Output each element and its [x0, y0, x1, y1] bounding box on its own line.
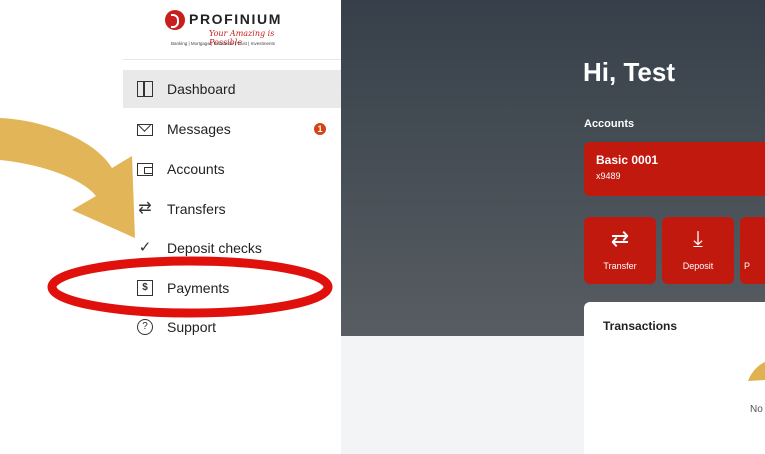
- transfer-icon: ⇄: [610, 226, 630, 251]
- transactions-card: Transactions No: [584, 302, 765, 454]
- sidebar-item-support[interactable]: ? Support: [123, 308, 341, 346]
- logo-subline: Banking | Mortgage | Insurance | Trust |…: [171, 41, 275, 46]
- profinium-logo[interactable]: PROFINIUM Your Amazing is Possible Banki…: [165, 10, 295, 50]
- greeting-title: Hi, Test: [583, 57, 675, 87]
- receipt-icon: $: [137, 280, 153, 296]
- sidebar-item-label: Transfers: [167, 201, 226, 217]
- sidebar-divider: [123, 59, 341, 60]
- sidebar: PROFINIUM Your Amazing is Possible Banki…: [123, 0, 341, 454]
- sidebar-item-label: Deposit checks: [167, 240, 262, 256]
- sidebar-item-label: Accounts: [167, 161, 225, 177]
- sidebar-item-label: Messages: [167, 121, 231, 137]
- hero-banner: Hi, Test Accounts Basic 0001 x9489 ⇄ Tra…: [341, 0, 765, 336]
- sidebar-item-label: Dashboard: [167, 81, 236, 97]
- sidebar-item-transfers[interactable]: ⇄ Transfers: [123, 190, 341, 228]
- no-transactions-text: No: [750, 404, 763, 415]
- logo-brand: PROFINIUM: [189, 11, 282, 27]
- transfer-button[interactable]: ⇄ Transfer: [584, 217, 656, 284]
- sidebar-item-label: Support: [167, 319, 217, 335]
- action-label: Transfer: [603, 261, 637, 271]
- sidebar-item-label: Payments: [167, 280, 230, 296]
- action-label: P: [744, 261, 751, 271]
- account-card[interactable]: Basic 0001 x9489: [584, 142, 765, 196]
- deposit-icon: ✓: [138, 239, 152, 256]
- sidebar-item-payments[interactable]: $ Payments: [123, 269, 341, 307]
- account-name: Basic 0001: [596, 153, 659, 167]
- accounts-heading: Accounts: [584, 118, 635, 130]
- sidebar-item-messages[interactable]: Messages 1: [123, 110, 341, 148]
- logo-mark-icon: [165, 10, 185, 30]
- deposit-button[interactable]: ⤓ Deposit: [662, 217, 734, 284]
- left-blank-area: [0, 0, 123, 454]
- account-number: x9489: [596, 171, 621, 181]
- sidebar-item-dashboard[interactable]: Dashboard: [123, 70, 341, 108]
- download-icon: ⤓: [693, 226, 703, 251]
- main-content: Hi, Test Accounts Basic 0001 x9489 ⇄ Tra…: [341, 0, 765, 454]
- transactions-title: Transactions: [603, 319, 678, 333]
- dashboard-icon: [137, 81, 153, 97]
- unread-badge: 1: [314, 123, 326, 135]
- transfer-icon: ⇄: [138, 200, 152, 217]
- sidebar-item-accounts[interactable]: Accounts: [123, 150, 341, 188]
- sidebar-item-deposit-checks[interactable]: ✓ Deposit checks: [123, 229, 341, 267]
- mail-icon: [137, 124, 153, 136]
- action-label: Deposit: [682, 261, 714, 271]
- wallet-icon: [137, 162, 153, 176]
- payment-button[interactable]: P: [740, 217, 765, 284]
- help-icon: ?: [137, 319, 153, 335]
